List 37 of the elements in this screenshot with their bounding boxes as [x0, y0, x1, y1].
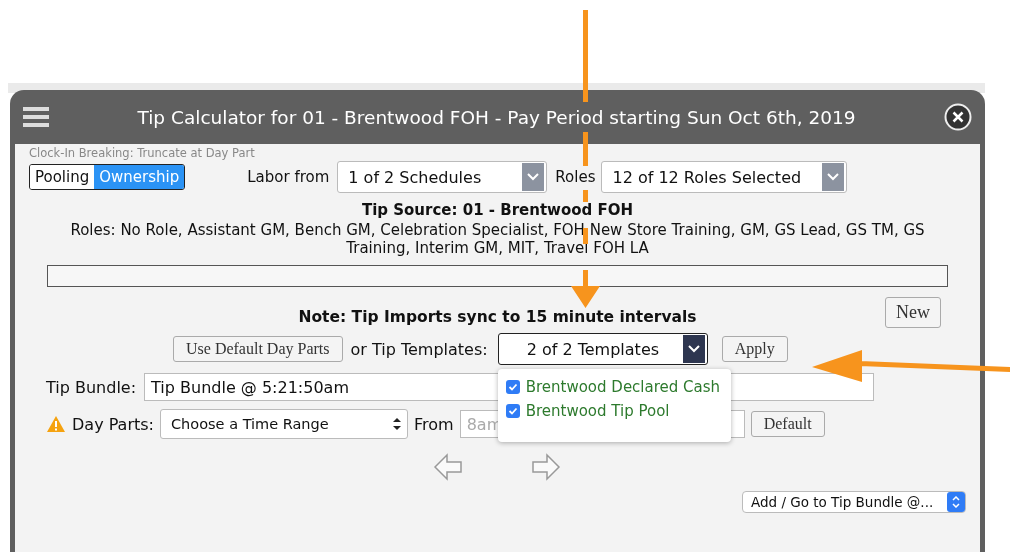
template-option[interactable]: Brentwood Declared Cash: [505, 375, 723, 399]
time-range-select[interactable]: Choose a Time Range: [160, 409, 408, 439]
roles-label: Roles: [555, 168, 596, 186]
templates-select[interactable]: 2 of 2 Templates: [497, 333, 708, 365]
caret-icon: [522, 163, 545, 191]
window-title: Tip Calculator for 01 - Brentwood FOH - Pay Period starting Sun Oct 6th, 2019: [136, 106, 857, 128]
warning-icon: [46, 415, 66, 433]
check-icon: [507, 382, 518, 392]
labor-label: Labor from: [247, 168, 330, 186]
tip-bundle-label: Tip Bundle:: [46, 377, 137, 397]
default-button[interactable]: Default: [750, 411, 825, 437]
templates-label: or Tip Templates:: [350, 339, 488, 359]
tip-source: Tip Source: 01 - Brentwood FOH: [360, 201, 635, 219]
roles-select[interactable]: 12 of 12 Roles Selected: [601, 161, 848, 193]
right-arrow-icon[interactable]: [531, 453, 561, 481]
tip-bundle-select[interactable]: Add / Go to Tip Bundle @...: [742, 491, 966, 513]
clock-in-note: Clock-In Breaking: Truncate at Day Part: [29, 146, 256, 160]
menu-icon[interactable]: [23, 107, 49, 127]
sync-note: Note: Tip Imports sync to 15 minute intervals: [298, 308, 697, 326]
apply-button[interactable]: Apply: [721, 336, 788, 362]
caret-icon: [822, 163, 845, 191]
default-day-parts-button[interactable]: Use Default Day Parts: [173, 336, 343, 362]
template-option[interactable]: Brentwood Tip Pool: [505, 399, 723, 423]
updown-icon: [947, 492, 965, 512]
updown-icon: [393, 417, 401, 431]
from-label: From: [414, 414, 454, 434]
left-arrow-icon[interactable]: [433, 453, 463, 481]
caret-icon: [682, 335, 705, 363]
new-button[interactable]: New: [885, 297, 941, 328]
roles-list: Roles: No Role, Assistant GM, Bench GM, Celebration Specialist, FOH New Store Training, GM, GS Lead, GS TM, GS Training, Interim GM, MIT, Travel FOH LA: [39, 221, 956, 257]
close-icon[interactable]: [944, 103, 972, 131]
toggle-option[interactable]: Pooling: [30, 165, 95, 189]
schedules-select[interactable]: 1 of 2 Schedules: [337, 161, 548, 193]
day-parts-label: Day Parts:: [72, 414, 154, 434]
checkbox[interactable]: [505, 380, 520, 394]
checkbox[interactable]: [505, 404, 520, 418]
check-icon: [507, 406, 518, 416]
